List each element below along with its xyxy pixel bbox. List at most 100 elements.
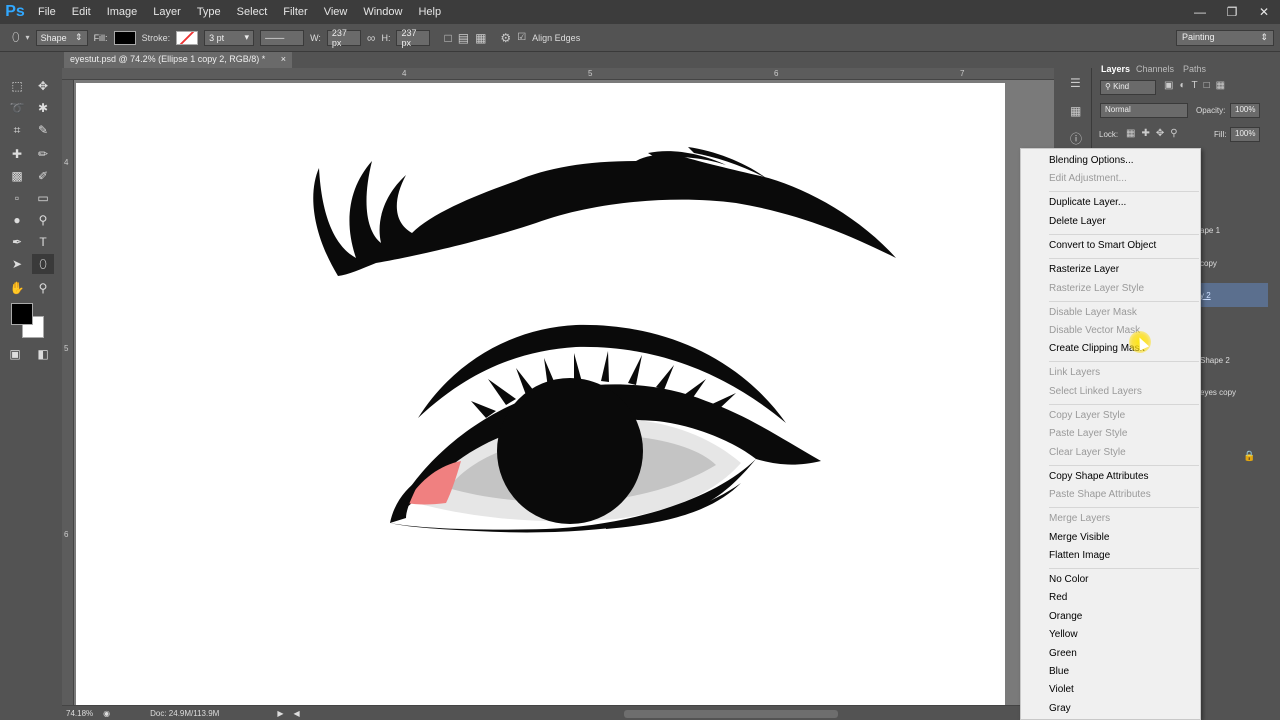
tab-paths[interactable]: Paths <box>1183 64 1206 74</box>
menu-edit[interactable]: Edit <box>64 0 99 24</box>
menu-filter[interactable]: Filter <box>275 0 315 24</box>
tab-layers[interactable]: Layers <box>1101 64 1130 74</box>
menu-layer[interactable]: Layer <box>145 0 189 24</box>
close-icon[interactable]: × <box>281 54 286 66</box>
layer-name-fragment[interactable]: eyes copy <box>1200 388 1236 397</box>
ctx-copy-shape-attributes[interactable]: Copy Shape Attributes <box>1049 471 1149 482</box>
chevron-updown-icon: ⇕ <box>1260 32 1268 42</box>
gear-icon[interactable]: ⚙ <box>500 31 511 45</box>
workspace-value: Painting <box>1182 32 1215 42</box>
ctx-merge-visible[interactable]: Merge Visible <box>1049 532 1109 543</box>
layer-name-fragment[interactable]: copy <box>1200 259 1217 268</box>
hand-tool-icon[interactable]: ✋ <box>6 278 28 298</box>
eraser-tool-icon[interactable]: ▫ <box>6 188 28 208</box>
ctx-color-yellow[interactable]: Yellow <box>1049 629 1078 640</box>
horizontal-scrollbar[interactable] <box>624 710 838 718</box>
ellipse-tool-icon[interactable]: ⬯ <box>32 254 54 274</box>
foreground-color-swatch[interactable] <box>11 303 33 325</box>
path-selection-tool-icon[interactable]: ➤ <box>6 254 28 274</box>
menu-file[interactable]: File <box>30 0 64 24</box>
tab-channels[interactable]: Channels <box>1136 64 1174 74</box>
blur-tool-icon[interactable]: ● <box>6 210 28 230</box>
healing-brush-tool-icon[interactable]: ✚ <box>6 144 28 164</box>
menu-view[interactable]: View <box>316 0 356 24</box>
chevron-down-icon[interactable]: ▾ <box>26 33 30 42</box>
shape-mode-select[interactable]: Shape ⇕ <box>35 29 88 46</box>
ctx-color-none[interactable]: No Color <box>1049 574 1088 585</box>
path-alignment-icon[interactable]: ▤ <box>458 31 469 45</box>
ctx-delete-layer[interactable]: Delete Layer <box>1049 216 1106 227</box>
ctx-color-orange[interactable]: Orange <box>1049 611 1082 622</box>
eyedropper-tool-icon[interactable]: ✎ <box>32 120 54 140</box>
dodge-tool-icon[interactable]: ⚲ <box>32 210 54 230</box>
zoom-tool-icon[interactable]: ⚲ <box>32 278 54 298</box>
brush-tool-icon[interactable]: ✏ <box>32 144 54 164</box>
stroke-type-select[interactable]: ─── <box>260 29 305 46</box>
restore-icon[interactable]: ❐ <box>1216 0 1248 24</box>
gradient-tool-icon[interactable]: ▭ <box>32 188 54 208</box>
ctx-duplicate-layer[interactable]: Duplicate Layer... <box>1049 197 1126 208</box>
layer-name-fragment[interactable]: ape 1 <box>1200 226 1220 235</box>
workspace-select[interactable]: Painting ⇕ <box>1176 30 1274 46</box>
width-field[interactable]: 237 px <box>326 28 361 48</box>
path-operations-icon[interactable]: □ <box>444 31 451 45</box>
stroke-width-field[interactable]: 3 pt ▾ <box>204 29 255 46</box>
fill-swatch[interactable] <box>113 30 136 45</box>
marquee-tool-icon[interactable]: ⬚ <box>6 76 28 96</box>
fill-label: Fill: <box>93 32 108 43</box>
type-tool-icon[interactable]: T <box>32 232 54 252</box>
history-brush-tool-icon[interactable]: ✐ <box>32 166 54 186</box>
brush-panel-icon[interactable]: ▦ <box>1070 104 1081 118</box>
ctx-color-blue[interactable]: Blue <box>1049 666 1069 677</box>
menu-select[interactable]: Select <box>229 0 276 24</box>
clone-stamp-tool-icon[interactable]: ▩ <box>6 166 28 186</box>
menu-type[interactable]: Type <box>189 0 229 24</box>
lock-icons[interactable]: ▦✚✥⚲ <box>1126 128 1184 139</box>
menu-window[interactable]: Window <box>355 0 410 24</box>
iris-ellipse <box>497 378 643 524</box>
checkbox-checked-icon[interactable]: ☑ <box>517 32 526 43</box>
zoom-level[interactable]: 74.18% <box>66 709 93 718</box>
height-field[interactable]: 237 px <box>396 28 431 48</box>
ctx-color-red[interactable]: Red <box>1049 592 1067 603</box>
fill-field[interactable]: 100% <box>1230 127 1260 142</box>
layer-filter-icons[interactable]: ▣◐T□▦ <box>1164 80 1231 91</box>
history-panel-icon[interactable]: ☰ <box>1070 76 1081 90</box>
layer-name-fragment[interactable]: y 2 <box>1200 291 1211 300</box>
screen-mode-icon[interactable]: ◧ <box>32 344 54 364</box>
ctx-color-gray[interactable]: Gray <box>1049 703 1071 714</box>
info-panel-icon[interactable]: ⓘ <box>1070 130 1082 147</box>
pen-tool-icon[interactable]: ✒ <box>6 232 28 252</box>
ctx-clear-layer-style: Clear Layer Style <box>1049 447 1126 458</box>
ctx-color-violet[interactable]: Violet <box>1049 684 1074 695</box>
status-menu-arrow-icon[interactable]: ▶ <box>277 709 283 718</box>
link-icon[interactable]: ∞ <box>367 31 376 45</box>
blend-mode-select[interactable]: Normal <box>1100 103 1188 118</box>
layer-filter-kind[interactable]: ⚲ Kind <box>1100 80 1156 95</box>
minimize-icon[interactable]: — <box>1184 0 1216 24</box>
close-icon[interactable]: ✕ <box>1248 0 1280 24</box>
ctx-convert-smart-object[interactable]: Convert to Smart Object <box>1049 240 1156 251</box>
menu-image[interactable]: Image <box>99 0 146 24</box>
path-arrangement-icon[interactable]: ▦ <box>475 31 486 45</box>
crop-tool-icon[interactable]: ⌗ <box>6 120 28 140</box>
document-tab[interactable]: eyestut.psd @ 74.2% (Ellipse 1 copy 2, R… <box>64 52 292 68</box>
document-canvas[interactable] <box>76 83 1005 705</box>
stroke-swatch[interactable] <box>176 30 199 45</box>
opacity-field[interactable]: 100% <box>1230 103 1260 118</box>
move-tool-icon[interactable]: ✥ <box>32 76 54 96</box>
status-info-icon: ◉ <box>103 708 111 718</box>
ctx-color-green[interactable]: Green <box>1049 648 1077 659</box>
menu-help[interactable]: Help <box>410 0 449 24</box>
ctx-merge-layers: Merge Layers <box>1049 513 1111 524</box>
lasso-tool-icon[interactable]: ➰ <box>6 98 28 118</box>
options-bar: ⬯ ▾ Shape ⇕ Fill: Stroke: 3 pt ▾ ─── W: 23… <box>0 24 1280 52</box>
scroll-left-icon[interactable]: ◀ <box>294 709 300 718</box>
layer-name-fragment[interactable]: Shape 2 <box>1200 356 1230 365</box>
ctx-rasterize-layer[interactable]: Rasterize Layer <box>1049 264 1119 275</box>
ellipse-tool-icon[interactable]: ⬯ <box>12 30 20 45</box>
ctx-flatten-image[interactable]: Flatten Image <box>1049 550 1110 561</box>
quick-select-tool-icon[interactable]: ✱ <box>32 98 54 118</box>
ctx-blending-options[interactable]: Blending Options... <box>1049 155 1134 166</box>
quick-mask-icon[interactable]: ▣ <box>4 344 26 364</box>
